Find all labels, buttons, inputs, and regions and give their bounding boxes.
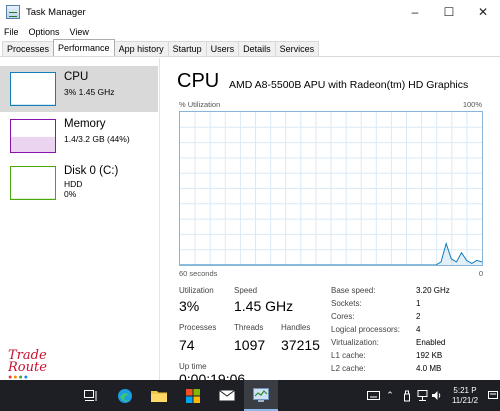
graph-time-zero-label: 0 [478,269,483,278]
uptime-label: Up time [179,362,207,371]
logical-processors-label: Logical processors: [331,325,400,334]
resource-name-disk: Disk 0 (C:) [64,165,119,177]
memory-thumbnail-graph [10,119,56,153]
tab-app-history[interactable]: App history [113,41,169,56]
menu-bar: File Options View [0,24,500,39]
threads-value: 1097 [234,337,266,353]
sockets-label: Sockets: [331,299,362,308]
tab-bar: Processes Performance App history Startu… [0,39,500,57]
resource-item-disk[interactable]: Disk 0 (C:) HDD 0% [0,160,158,206]
system-tray: ⌃ 5:21 P 11/21/2 [366,380,500,411]
menu-view[interactable]: View [70,27,89,37]
taskbar-search-area[interactable] [0,380,74,411]
cpu-model-name: AMD A8-5500B APU with Radeon(tm) HD Grap… [229,79,469,91]
resource-item-cpu[interactable]: CPU 3% 1.45 GHz [0,66,158,112]
base-speed-label: Base speed: [331,286,376,295]
cpu-heading: CPU [177,70,220,92]
cores-value: 2 [416,312,421,321]
close-button[interactable]: ✕ [466,0,500,24]
resource-detail-cpu: 3% 1.45 GHz [64,87,115,97]
l2-cache-value: 4.0 MB [416,364,442,373]
utilization-axis-label: % Utilization [179,100,221,109]
graph-time-span-label: 60 seconds [179,269,218,278]
handles-value: 37215 [281,337,320,353]
task-manager-taskbar-icon[interactable] [244,380,278,411]
maximize-button[interactable]: ☐ [432,0,466,24]
keyboard-icon[interactable] [366,380,381,411]
tab-details[interactable]: Details [238,41,276,56]
thumbnail-fill [11,198,55,199]
file-explorer-icon[interactable] [142,380,176,411]
window-controls: – ☐ ✕ [398,0,500,24]
minimize-button[interactable]: – [398,0,432,24]
speed-label: Speed [234,286,258,295]
l1-cache-label: L1 cache: [331,351,366,360]
cpu-graph-canvas [180,112,482,265]
disk-thumbnail-graph [10,166,56,200]
show-hidden-icons-chevron-icon[interactable]: ⌃ [381,380,399,411]
edge-browser-icon[interactable] [108,380,142,411]
taskbar: ⌃ 5:21 P 11/21/2 [0,380,500,411]
logical-processors-value: 4 [416,325,421,334]
thumbnail-fill [11,136,55,152]
processes-value: 74 [179,337,195,353]
resource-detail-disk-type: HDD [64,179,83,189]
threads-label: Threads [234,323,264,332]
l2-cache-label: L2 cache: [331,364,366,373]
taskbar-clock[interactable]: 5:21 P 11/21/2 [444,386,486,406]
cpu-thumbnail-graph [10,72,56,106]
resource-detail-disk-usage: 0% [64,189,77,199]
task-view-icon[interactable] [74,380,108,411]
tab-services[interactable]: Services [274,41,320,56]
microsoft-store-icon[interactable] [176,380,210,411]
title-bar: Task Manager – ☐ ✕ [0,0,500,24]
task-manager-icon [6,5,20,19]
tab-startup[interactable]: Startup [167,41,207,56]
notification-icon[interactable] [486,380,500,411]
thumbnail-line [11,198,55,199]
base-speed-value: 3.20 GHz [416,286,450,295]
virtualization-label: Virtualization: [331,338,379,347]
resource-name-cpu: CPU [64,71,89,83]
tab-processes[interactable]: Processes [2,41,55,56]
usb-icon[interactable] [399,380,414,411]
resource-list: CPU 3% 1.45 GHz Memory 1.4/3.2 GB (44%) … [0,58,160,380]
watermark-line-2: Route [8,360,47,375]
utilization-label: Utilization [179,286,214,295]
cpu-detail-panel: CPU AMD A8-5500B APU with Radeon(tm) HD … [165,58,500,387]
thumbnail-line [11,104,55,105]
cpu-utilization-graph [179,111,483,266]
tab-performance[interactable]: Performance [53,39,115,56]
trade-route-watermark: Trade Route ●●●● [8,349,68,382]
menu-options[interactable]: Options [29,27,60,37]
cores-label: Cores: [331,312,355,321]
utilization-max-label: 100% [462,100,482,109]
utilization-value: 3% [179,298,200,314]
handles-label: Handles [281,323,311,332]
resource-name-memory: Memory [64,118,106,130]
mail-icon[interactable] [210,380,244,411]
virtualization-value: Enabled [416,338,446,347]
window-title: Task Manager [26,6,86,18]
processes-label: Processes [179,323,217,332]
network-icon[interactable] [414,380,429,411]
l1-cache-value: 192 KB [416,351,443,360]
clock-time: 5:21 P [453,385,477,395]
resource-item-memory[interactable]: Memory 1.4/3.2 GB (44%) [0,113,158,159]
tab-users[interactable]: Users [205,41,240,56]
volume-icon[interactable] [429,380,444,411]
thumbnail-fill [11,104,55,105]
resource-detail-memory: 1.4/3.2 GB (44%) [64,134,130,144]
clock-date: 11/21/2 [451,395,479,405]
thumbnail-line [11,136,55,152]
sockets-value: 1 [416,299,421,308]
speed-value: 1.45 GHz [234,298,294,314]
menu-file[interactable]: File [4,27,19,37]
